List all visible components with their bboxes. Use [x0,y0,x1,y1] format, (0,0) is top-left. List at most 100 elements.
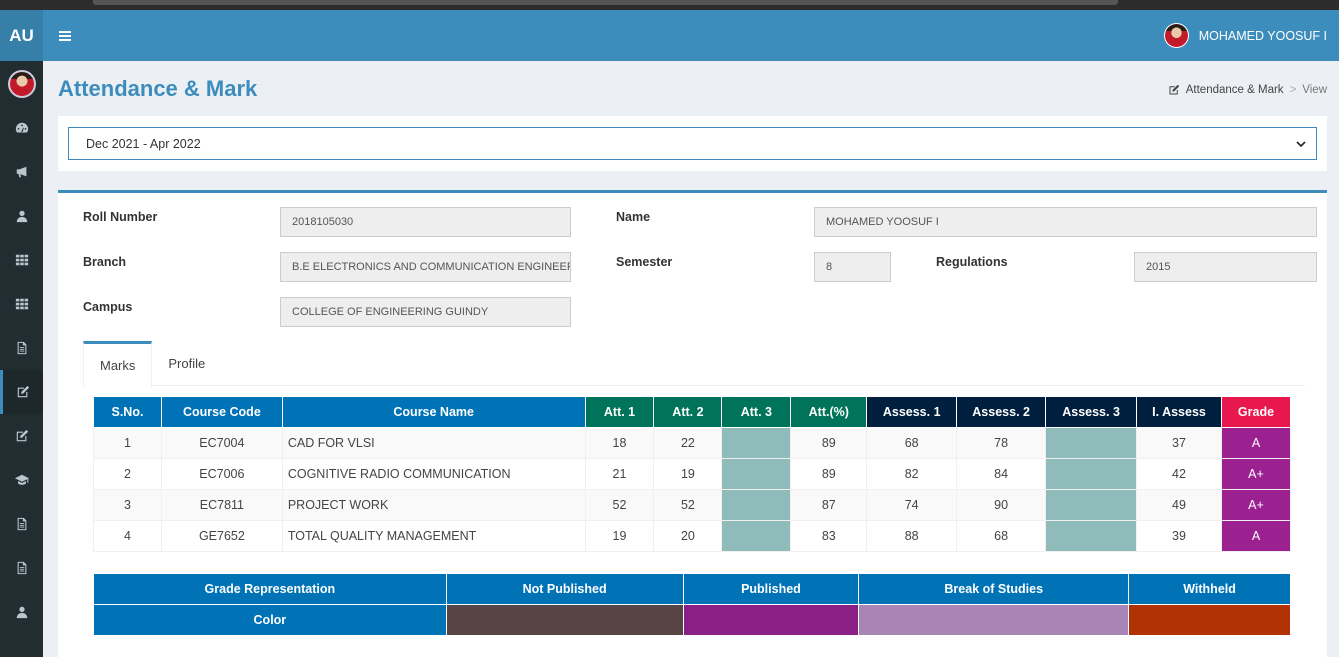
cell-course-code: GE7652 [160,520,283,552]
table-row: 1 EC7004 CAD FOR VLSI 18 22 89 68 78 37 … [93,427,1292,459]
cell-att-percent: 89 [790,427,868,459]
sidebar-item-user[interactable] [0,590,43,634]
sidebar-item-document-2[interactable] [0,502,43,546]
roll-number-label: Roll Number [83,210,158,224]
sidebar-item-grid-1[interactable] [0,238,43,282]
header-att-percent: Att.(%) [790,396,868,428]
header-assess-2: Assess. 2 [956,396,1047,428]
cell-assess-3 [1045,427,1138,459]
cell-assess-3 [1045,520,1138,552]
grid-icon [15,298,28,310]
edit-icon [17,385,30,398]
sidebar-item-document-1[interactable] [0,326,43,370]
legend-color-label: Color [93,604,447,636]
cell-att-percent: 87 [790,489,868,521]
cell-assess-2: 84 [956,458,1047,490]
page-title: Attendance & Mark [58,76,258,101]
session-select[interactable]: Dec 2021 - Apr 2022 [68,127,1317,160]
cell-assess-1: 82 [866,458,958,490]
cell-att-2: 20 [653,520,723,552]
table-row: 4 GE7652 TOTAL QUALITY MANAGEMENT 19 20 … [93,520,1292,552]
cell-assess-2: 90 [956,489,1047,521]
cell-att-2: 19 [653,458,723,490]
top-navbar: MOHAMED YOOSUF I [43,10,1339,61]
student-details-box: Roll Number 2018105030 Name MOHAMED YOOS… [58,190,1327,657]
branch-field: B.E ELECTRONICS AND COMMUNICATION ENGINE… [280,252,571,282]
sidebar-item-profile[interactable] [0,194,43,238]
header-assess-1: Assess. 1 [866,396,958,428]
sidebar-item-edit[interactable] [0,414,43,458]
header-sno: S.No. [93,396,162,428]
legend-header-row: Grade Representation Not Published Publi… [93,573,1291,605]
semester-label: Semester [616,255,673,269]
semester-field: 8 [814,252,891,282]
cell-att-2: 22 [653,427,723,459]
sidebar-item-announcements[interactable] [0,150,43,194]
name-field: MOHAMED YOOSUF I [814,207,1317,237]
cell-course-name: TOTAL QUALITY MANAGEMENT [281,520,586,552]
tab-profile[interactable]: Profile [152,341,221,386]
document-icon [17,341,26,355]
sidebar-item-grid-2[interactable] [0,282,43,326]
sidebar-item-dashboard[interactable] [0,106,43,150]
user-menu[interactable]: MOHAMED YOOSUF I [1163,23,1327,48]
cell-course-name: PROJECT WORK [281,489,586,521]
branch-label: Branch [83,255,127,269]
edit-icon [16,429,28,442]
table-row: 2 EC7006 COGNITIVE RADIO COMMUNICATION 2… [93,458,1292,490]
cell-sno: 4 [93,520,162,552]
header-course-name: Course Name [281,396,586,428]
cell-course-name: COGNITIVE RADIO COMMUNICATION [281,458,586,490]
sidebar-user-avatar[interactable] [0,61,43,106]
document-icon [17,561,26,575]
breadcrumb: Attendance & Mark > View [1168,84,1327,96]
cell-att-2: 52 [653,489,723,521]
cell-grade: A+ [1220,489,1292,521]
header-att-2: Att. 2 [653,396,723,428]
avatar [7,69,36,98]
edit-icon [1169,84,1179,95]
sidebar-item-document-3[interactable] [0,546,43,590]
cell-att-3 [721,489,792,521]
regulations-label: Regulations [936,255,1008,269]
name-label: Name [616,210,651,224]
breadcrumb-separator: > [1289,84,1297,96]
regulations-field: 2015 [1134,252,1317,282]
cell-internal-assess: 49 [1136,489,1222,521]
user-icon [16,606,27,619]
breadcrumb-link[interactable]: Attendance & Mark [1186,84,1284,96]
cell-course-code: EC7006 [160,458,283,490]
session-box: Dec 2021 - Apr 2022 [58,116,1327,171]
user-avatar [1163,23,1189,48]
cell-sno: 1 [93,427,162,459]
sidebar-item-edit-active[interactable] [0,370,43,414]
app-logo[interactable]: AU [0,10,43,61]
cell-course-name: CAD FOR VLSI [281,427,586,459]
session-select-value: Dec 2021 - Apr 2022 [86,136,201,151]
cell-assess-1: 74 [866,489,958,521]
hamburger-icon [59,29,71,43]
campus-label: Campus [83,300,133,314]
cell-att-1: 21 [584,458,655,490]
legend-break-of-studies: Break of Studies [858,573,1130,605]
header-assess-3: Assess. 3 [1045,396,1138,428]
cell-sno: 3 [93,489,162,521]
menu-toggle-button[interactable] [45,29,85,43]
cell-grade: A [1220,520,1292,552]
top-strip-bar [93,0,1118,5]
graduation-cap-icon [14,474,29,485]
swatch-withheld [1128,604,1291,636]
tab-marks[interactable]: Marks [83,341,153,387]
header-course-code: Course Code [160,396,283,428]
cell-att-percent: 83 [790,520,868,552]
legend-published: Published [682,573,860,605]
cell-att-1: 19 [584,520,655,552]
grid-icon [15,254,28,266]
cell-internal-assess: 39 [1136,520,1222,552]
swatch-break-of-studies [858,604,1130,636]
tabs-bar: Marks Profile [83,341,1305,387]
legend-grade-representation: Grade Representation [93,573,447,605]
sidebar-item-graduation[interactable] [0,458,43,502]
user-name: MOHAMED YOOSUF I [1198,28,1327,43]
cell-att-3 [721,520,792,552]
